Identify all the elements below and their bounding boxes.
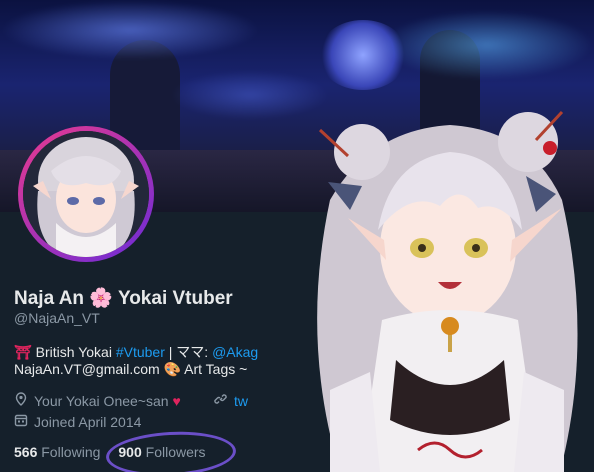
followers-link[interactable]: 900 Followers bbox=[105, 428, 238, 472]
profile-location: Your Yokai Onee~san ♥ bbox=[14, 392, 181, 409]
display-name-suffix: Yokai Vtuber bbox=[117, 288, 233, 309]
map-pin-icon bbox=[14, 392, 28, 409]
profile-joined: Joined April 2014 bbox=[14, 413, 141, 430]
website-link[interactable]: tw bbox=[234, 393, 248, 409]
following-label: Following bbox=[41, 444, 101, 460]
annotation-circle bbox=[105, 428, 238, 472]
calendar-icon bbox=[14, 413, 28, 430]
vtuber-hashtag-link[interactable]: #Vtuber bbox=[116, 344, 165, 360]
following-count: 566 bbox=[14, 444, 38, 460]
torii-icon: ⛩ bbox=[14, 344, 32, 360]
follow-counts: 566 Following 900 Followers bbox=[14, 428, 238, 472]
profile-handle: @NajaAn_VT bbox=[14, 310, 100, 326]
avatar-illustration bbox=[23, 131, 149, 257]
bio-line-1: ⛩ British Yokai #Vtuber | ママ: @Akag bbox=[14, 342, 258, 362]
bio-text-2: | ママ: bbox=[164, 344, 213, 360]
display-name: Naja An 🌸 Yokai Vtuber bbox=[14, 286, 233, 310]
joined-text: Joined April 2014 bbox=[34, 414, 142, 430]
bio-art-tags: Art Tags ~ bbox=[184, 361, 248, 377]
bio-text-1: British Yokai bbox=[35, 344, 116, 360]
artist-mention-link[interactable]: @Akag bbox=[212, 344, 258, 360]
location-text: Your Yokai Onee~san bbox=[34, 393, 169, 409]
heart-icon: ♥ bbox=[172, 393, 181, 409]
bio-email: NajaAn.VT@gmail.com bbox=[14, 361, 160, 377]
display-name-text: Naja An bbox=[14, 288, 85, 309]
avatar-image bbox=[23, 131, 149, 257]
profile-website[interactable]: tw bbox=[214, 392, 248, 409]
vtuber-character-illustration bbox=[317, 110, 578, 472]
bio-line-2: NajaAn.VT@gmail.com 🎨 Art Tags ~ bbox=[14, 361, 247, 378]
palette-icon: 🎨 bbox=[163, 361, 182, 377]
link-icon bbox=[214, 392, 228, 409]
profile-avatar[interactable] bbox=[18, 126, 154, 262]
following-link[interactable]: 566 Following bbox=[14, 444, 100, 460]
flower-icon: 🌸 bbox=[89, 288, 113, 309]
